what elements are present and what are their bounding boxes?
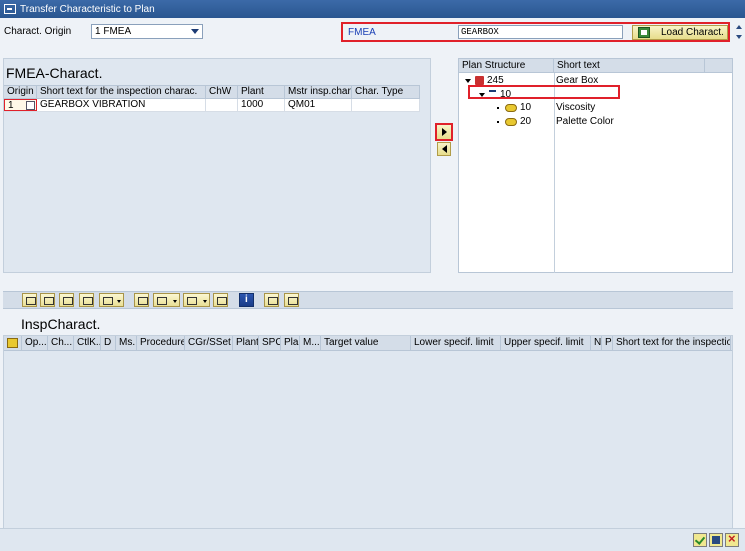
col-char-type[interactable]: Char. Type: [352, 86, 420, 98]
info-icon[interactable]: [239, 293, 254, 307]
origin-select[interactable]: 1 FMEA: [91, 24, 203, 39]
col-n[interactable]: N: [591, 336, 602, 350]
window-title: Transfer Characteristic to Plan: [20, 3, 155, 15]
col-plant[interactable]: Plant: [238, 86, 285, 98]
scroll-up-icon[interactable]: [736, 25, 742, 29]
set-filter-icon[interactable]: [99, 293, 124, 307]
detail-icon[interactable]: [22, 293, 37, 307]
find-next-icon[interactable]: [79, 293, 94, 307]
select-all-button[interactable]: [4, 336, 22, 350]
col-ch[interactable]: Ch...: [48, 336, 74, 350]
col-spc[interactable]: SPC: [259, 336, 281, 350]
col-short-text[interactable]: Short text for the inspection charac.: [37, 86, 206, 98]
col-procedure[interactable]: Procedure: [137, 336, 185, 350]
bullet-icon: [497, 120, 499, 123]
origin-cell-value: 1: [8, 100, 14, 111]
transfer-left-button[interactable]: [437, 142, 451, 156]
fmea-panel: FMEA-Charact. Origin Short text for the …: [3, 58, 431, 273]
load-icon: [638, 27, 650, 38]
window-icon: [4, 4, 16, 14]
col-lower-limit[interactable]: Lower specif. limit: [411, 336, 501, 350]
bullet-icon: [497, 106, 499, 109]
find-icon[interactable]: [59, 293, 74, 307]
col-ms[interactable]: Ms...: [116, 336, 137, 350]
col-origin[interactable]: Origin: [4, 86, 37, 98]
cancel-icon[interactable]: [725, 531, 739, 547]
fmea-table: Origin Short text for the inspection cha…: [4, 85, 420, 112]
layout-icon[interactable]: [183, 293, 210, 307]
load-charact-button[interactable]: Load Charact.: [632, 25, 728, 40]
tree-node-characteristic[interactable]: 20: [497, 115, 531, 128]
tree-node-characteristic[interactable]: 10: [497, 101, 531, 114]
scroll-down-icon[interactable]: [736, 35, 742, 39]
grid-icon[interactable]: [213, 293, 228, 307]
insp-table: Op... Ch... CtlK... D Ms... Procedure CG…: [3, 335, 733, 530]
col-cgr-sset[interactable]: CGr/SSet: [185, 336, 233, 350]
filter-icon[interactable]: [40, 293, 55, 307]
insp-panel-title: InspCharact.: [21, 316, 101, 332]
chw-cell: [206, 99, 238, 111]
load-charact-label: Load Charact.: [661, 27, 724, 38]
col-d[interactable]: D: [101, 336, 116, 350]
col-chw[interactable]: ChW: [206, 86, 238, 98]
alv-toolbar: [3, 291, 733, 309]
plan-icon: [475, 76, 484, 85]
tree-header: Plan Structure Short text: [459, 59, 732, 73]
short-text-cell: GEARBOX VIBRATION: [37, 99, 206, 111]
fmea-input[interactable]: GEARBOX: [458, 25, 623, 39]
chevron-down-icon[interactable]: [191, 29, 199, 34]
col-ctlk[interactable]: CtlK...: [74, 336, 101, 350]
fmea-panel-title: FMEA-Charact.: [6, 65, 103, 81]
col-m[interactable]: M...: [300, 336, 321, 350]
insp-table-header: Op... Ch... CtlK... D Ms... Procedure CG…: [4, 336, 732, 351]
transfer-right-button[interactable]: [435, 123, 453, 141]
col-plant[interactable]: Plant: [233, 336, 259, 350]
col-short-text[interactable]: Short text for the inspection: [613, 336, 731, 350]
origin-label: Charact. Origin: [4, 26, 72, 37]
col-upper-limit[interactable]: Upper specif. limit: [501, 336, 591, 350]
fmea-table-header: Origin Short text for the inspection cha…: [4, 85, 420, 99]
export-icon[interactable]: [153, 293, 180, 307]
tree-node-id: 20: [520, 116, 532, 127]
tree-node-short: Palette Color: [556, 116, 614, 127]
origin-cell[interactable]: 1: [4, 99, 37, 111]
plant-cell: 1000: [238, 99, 285, 111]
col-op[interactable]: Op...: [22, 336, 48, 350]
save-icon[interactable]: [709, 533, 723, 547]
col-mstr-insp-char[interactable]: Mstr insp.char.: [285, 86, 352, 98]
expand-icon[interactable]: [465, 78, 471, 83]
col-target-value[interactable]: Target value: [321, 336, 411, 350]
print-preview-icon[interactable]: [134, 293, 149, 307]
delete-icon[interactable]: [284, 293, 299, 307]
fmea-label: FMEA: [348, 27, 376, 38]
col-short-text[interactable]: Short text: [554, 59, 705, 72]
title-bar: Transfer Characteristic to Plan: [0, 0, 745, 18]
characteristic-icon: [505, 103, 517, 112]
characteristic-icon: [505, 117, 517, 126]
col-plan-structure[interactable]: Plan Structure: [459, 59, 554, 72]
tree-node-short: Viscosity: [556, 102, 596, 113]
table-row[interactable]: 1 GEARBOX VIBRATION 1000 QM01: [4, 99, 420, 112]
tree-node-id: 10: [520, 102, 532, 113]
fmea-selection: FMEA GEARBOX Load Charact.: [341, 22, 730, 42]
operation-highlight: [468, 85, 620, 99]
origin-value: 1 FMEA: [95, 26, 132, 37]
col-plan[interactable]: Plan: [281, 336, 300, 350]
bottom-bar: [0, 528, 745, 551]
value-help-icon[interactable]: [26, 101, 35, 110]
mstr-cell: QM01: [285, 99, 352, 111]
type-cell: [352, 99, 420, 111]
tree-divider: [554, 73, 555, 273]
confirm-icon[interactable]: [693, 533, 707, 547]
col-p[interactable]: P: [602, 336, 613, 350]
select-all-icon: [7, 338, 18, 348]
insert-icon[interactable]: [264, 293, 279, 307]
